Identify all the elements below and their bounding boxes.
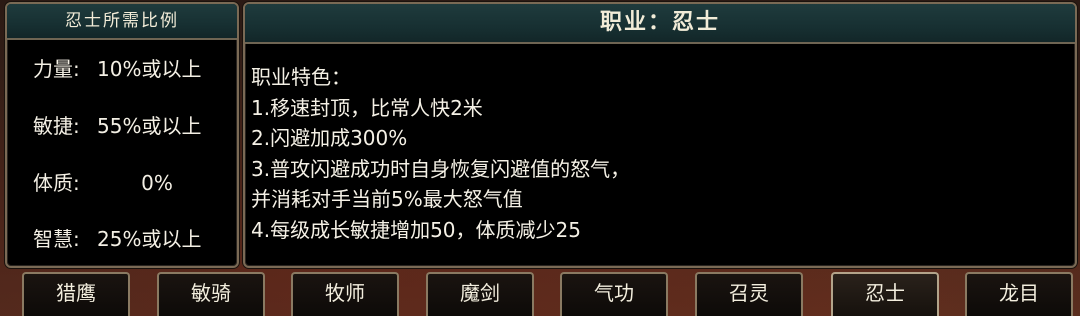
description-line: 2.闪避加成300% — [251, 126, 408, 150]
stat-label: 敏捷: — [33, 114, 80, 138]
description-line: 职业特色： — [251, 65, 351, 89]
class-title: 职业：忍士 — [245, 4, 1075, 44]
stat-value: 55%或以上 — [97, 114, 202, 138]
stat-value: 0% — [141, 171, 173, 195]
stat-row-constitution: 体质: 0% — [33, 168, 229, 198]
stat-row-agility: 敏捷: 55%或以上 — [33, 111, 229, 141]
stat-value: 10%或以上 — [97, 57, 202, 81]
stat-row-strength: 力量: 10%或以上 — [33, 54, 229, 84]
stat-label: 体质: — [33, 171, 80, 195]
stat-value: 25%或以上 — [97, 227, 202, 251]
description-line: 并消耗对手当前5%最大怒气值 — [251, 187, 523, 211]
tab-hunter[interactable]: 猎鹰 — [22, 272, 130, 316]
ratio-panel: 忍士所需比例 力量: 10%或以上 敏捷: 55%或以上 体质: 0% 智慧: 25%或… — [5, 2, 239, 268]
tab-summoner[interactable]: 召灵 — [695, 272, 803, 316]
stat-label: 力量: — [33, 57, 80, 81]
ratio-panel-title: 忍士所需比例 — [7, 4, 237, 40]
tab-qigong[interactable]: 气功 — [560, 272, 668, 316]
description-line: 4.每级成长敏捷增加50，体质减少25 — [251, 217, 581, 242]
stat-label: 智慧: — [33, 227, 80, 251]
class-info-screen: 忍士所需比例 力量: 10%或以上 敏捷: 55%或以上 体质: 0% 智慧: 25%或… — [0, 0, 1080, 316]
tab-agile-knight[interactable]: 敏骑 — [157, 272, 265, 316]
tab-dragon-eye[interactable]: 龙目 — [965, 272, 1073, 316]
tab-magic-sword[interactable]: 魔剑 — [426, 272, 534, 316]
class-description-panel: 职业：忍士 职业特色： 1.移速封顶，比常人快2米 2.闪避加成300% 3.普… — [243, 2, 1077, 268]
description-line: 3.普攻闪避成功时自身恢复闪避值的怒气， — [251, 156, 631, 181]
description-line: 1.移速封顶，比常人快2米 — [251, 95, 483, 120]
tab-priest[interactable]: 牧师 — [291, 272, 399, 316]
tab-ninja[interactable]: 忍士 — [831, 272, 939, 316]
stat-row-wisdom: 智慧: 25%或以上 — [33, 224, 229, 254]
class-description: 职业特色： 1.移速封顶，比常人快2米 2.闪避加成300% 3.普攻闪避成功时… — [251, 62, 1065, 245]
class-tabs: 猎鹰 敏骑 牧师 魔剑 气功 召灵 忍士 龙目 — [0, 272, 1080, 316]
